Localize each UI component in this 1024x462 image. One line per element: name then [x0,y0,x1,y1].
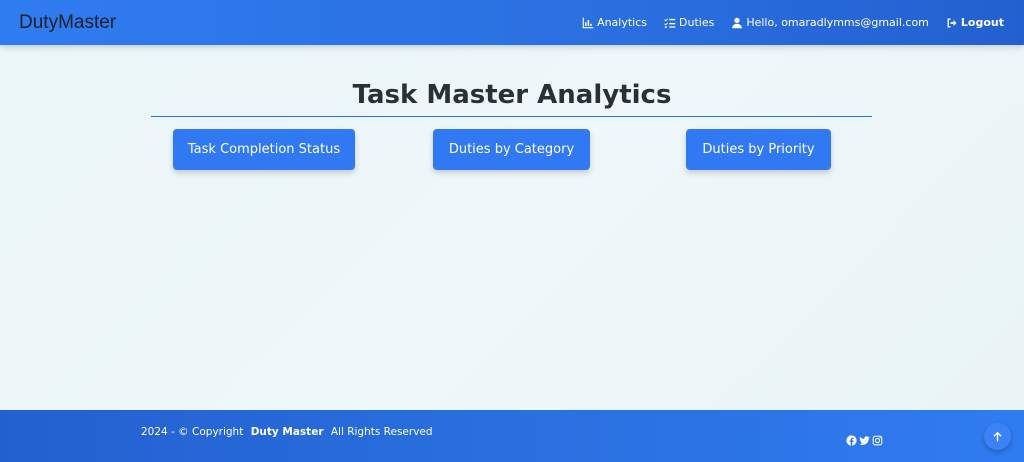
brand-logo[interactable]: DutyMaster [19,12,116,34]
list-check-icon [664,17,676,29]
back-to-top-button[interactable] [984,423,1011,450]
title-divider [151,116,872,117]
page-title: Task Master Analytics [352,80,672,110]
nav-link-analytics[interactable]: Analytics [582,16,647,29]
facebook-icon[interactable] [846,431,857,450]
footer-prefix: 2024 - © Copyright [141,426,244,438]
chart-bar-icon [582,17,594,29]
nav-link-user[interactable]: Hello, omaradlymms@gmail.com [731,16,929,29]
social-links [846,431,883,450]
task-completion-status-button[interactable]: Task Completion Status [173,129,355,170]
instagram-icon[interactable] [872,431,883,450]
nav-link-label: Hello, omaradlymms@gmail.com [746,16,929,29]
twitter-icon[interactable] [859,431,870,450]
footer-suffix: All Rights Reserved [330,426,433,438]
nav-link-label: Logout [960,16,1004,29]
footer-brand: Duty Master [250,426,324,438]
footer-copyright: 2024 - © Copyright Duty Master All Right… [141,426,433,438]
user-icon [731,17,743,29]
duties-by-priority-button[interactable]: Duties by Priority [686,129,831,170]
logout-icon [946,17,958,29]
nav-link-label: Analytics [597,16,648,29]
footer: 2024 - © Copyright Duty Master All Right… [0,410,1024,462]
nav-link-label: Duties [679,16,715,29]
arrow-up-icon [993,431,1002,442]
duties-by-category-button[interactable]: Duties by Category [433,129,590,170]
nav-links: Analytics Duties Hello, omaradlymms@gmai… [565,16,1004,29]
nav-link-logout[interactable]: Logout [946,16,1004,29]
navbar: DutyMaster Analytics Duties Hello, omara… [0,0,1024,45]
nav-link-duties[interactable]: Duties [664,16,714,29]
